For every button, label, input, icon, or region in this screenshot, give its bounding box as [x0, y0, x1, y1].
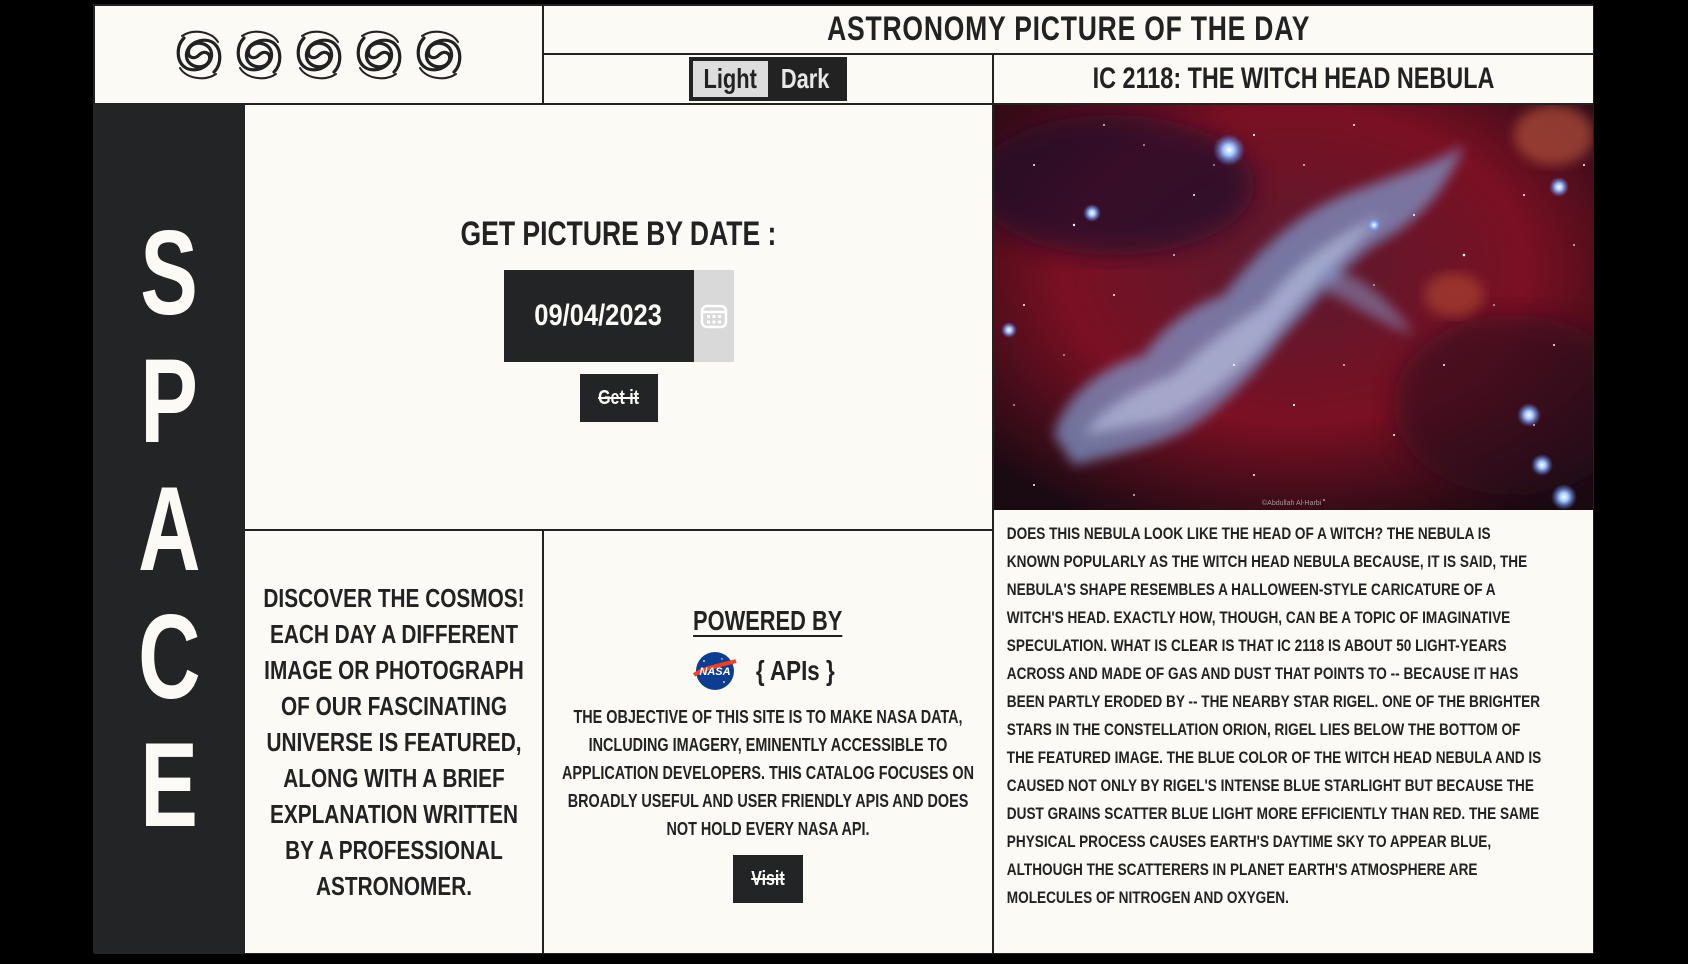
powered-by-section: Powered by NASA { APIs } The objective o… — [543, 530, 993, 954]
page-frame: Astronomy Picture of the Day Light Dark … — [93, 4, 1594, 954]
nebula-image: ©Abdullah Al-Harbi — [994, 105, 1593, 510]
calendar-button[interactable] — [693, 270, 734, 362]
logo-row — [94, 5, 543, 104]
image-credit: ©Abdullah Al-Harbi — [1262, 499, 1322, 507]
picture-panel: ©Abdullah Al-Harbi Does this nebula look… — [993, 104, 1594, 954]
theme-dark-option[interactable]: Dark — [768, 61, 843, 97]
sidebar-letter: S — [140, 206, 198, 340]
discover-section: Discover the cosmos! Each day a differen… — [244, 530, 543, 954]
nasa-logo: NASA — [692, 652, 737, 690]
sidebar-letter: P — [140, 334, 198, 468]
theme-toggle[interactable]: Light Dark — [689, 57, 847, 101]
date-input[interactable]: 09/04/2023 — [503, 270, 734, 362]
galaxy-icon — [416, 30, 461, 79]
galaxy-icon — [356, 30, 401, 79]
apis-row: NASA { APIs } — [692, 651, 845, 691]
sidebar-letter: E — [140, 718, 198, 852]
picture-explanation: Does this nebula look like the head of a… — [1006, 524, 1542, 907]
sidebar-letter: C — [137, 590, 201, 724]
galaxy-icon — [176, 30, 221, 79]
galaxy-icon — [236, 30, 281, 79]
date-field[interactable]: 09/04/2023 — [503, 270, 694, 362]
picture-title-cell: IC 2118: The Witch Head Nebula — [993, 54, 1594, 104]
calendar-icon[interactable] — [700, 302, 728, 330]
date-picker-label: Get picture by date : — [460, 215, 777, 253]
discover-text: Discover the cosmos! Each day a differen… — [262, 583, 525, 901]
sidebar-letter: A — [137, 462, 201, 596]
powered-by-title: Powered by — [693, 605, 843, 636]
site-title: Astronomy Picture of the Day — [826, 10, 1311, 48]
space-sidebar: S P A C E — [94, 104, 244, 954]
svg-text:NASA: NASA — [699, 666, 730, 678]
picture-title: IC 2118: The Witch Head Nebula — [1092, 62, 1495, 95]
objective-text: The objective of this site is to make NA… — [561, 707, 975, 839]
theme-toggle-cell: Light Dark — [543, 54, 993, 104]
theme-light-option[interactable]: Light — [693, 61, 768, 97]
get-it-button[interactable]: Get it — [579, 374, 658, 422]
site-header: Astronomy Picture of the Day — [543, 5, 1594, 54]
apis-label: { APIs } — [755, 655, 835, 686]
galaxy-icon — [296, 30, 341, 79]
date-picker-section: Get picture by date : 09/04/2023 Get it — [244, 104, 993, 530]
visit-button[interactable]: Visit — [733, 855, 803, 903]
